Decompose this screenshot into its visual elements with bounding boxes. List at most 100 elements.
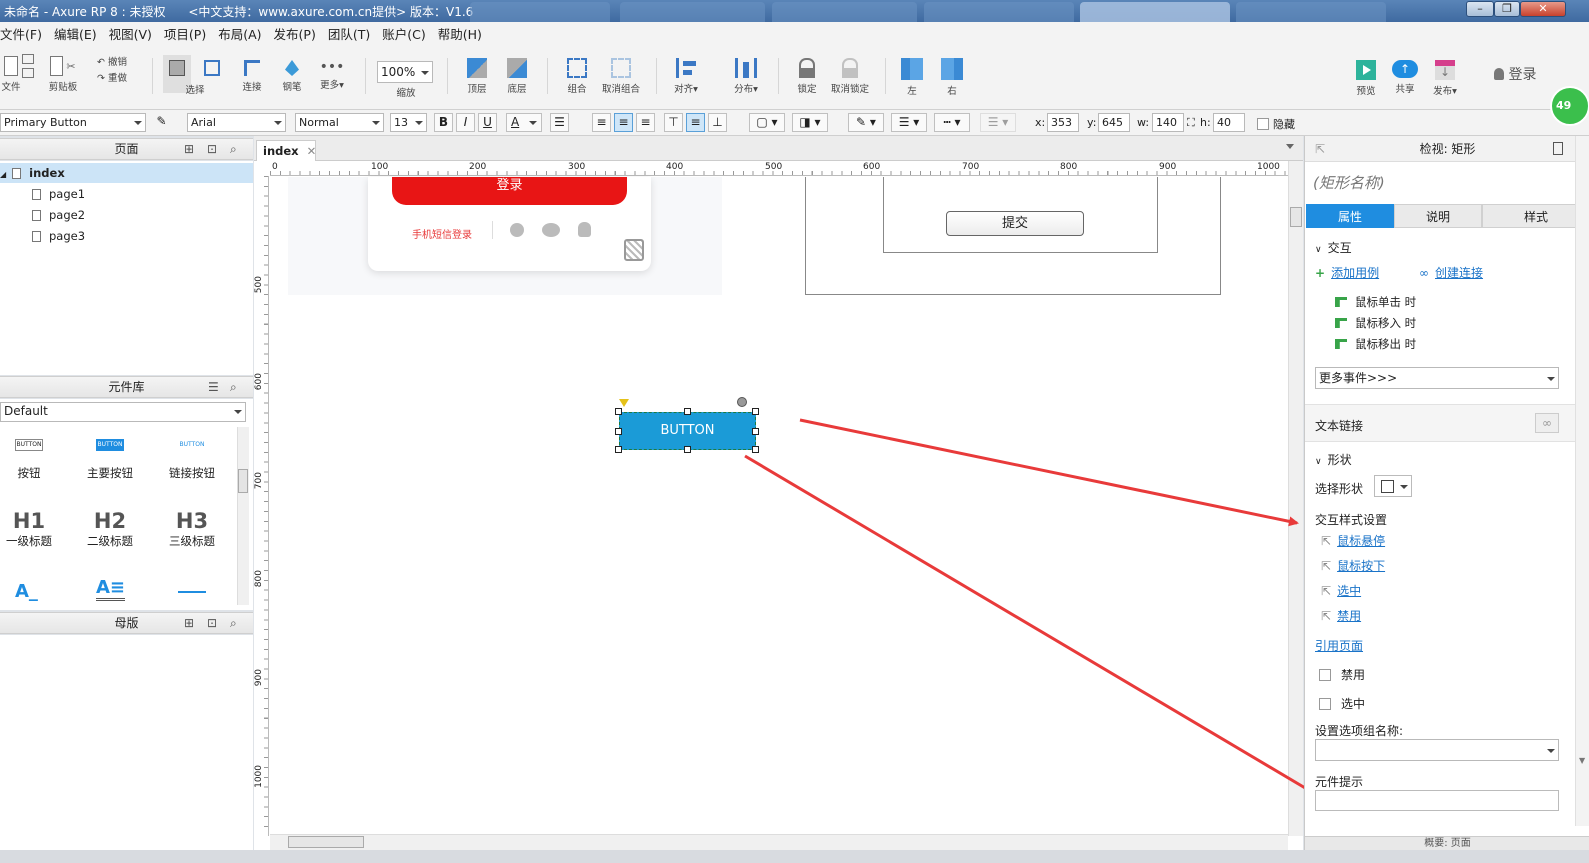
bring-front-button[interactable]: 顶层 [462,58,492,95]
interaction-section[interactable]: ∨ 交互 [1315,239,1352,256]
resize-handle[interactable] [752,428,759,435]
italic-button[interactable]: I [456,113,475,132]
taskbar-tab[interactable] [1236,2,1386,22]
menu-team[interactable]: 团队(T) [328,24,370,43]
widget-h3[interactable]: H3 三级标题 [157,509,227,549]
corner-radius-handle[interactable] [619,399,629,407]
submit-button[interactable]: 提交 [946,211,1084,236]
tab-properties[interactable]: 属性 [1306,204,1394,228]
widget-primary-button[interactable]: BUTTON 主要按钮 [75,439,145,481]
tab-notes[interactable]: 说明 [1394,204,1482,228]
minimize-icon[interactable]: – [1466,1,1494,17]
group-name-select[interactable] [1315,739,1559,761]
wechat-icon[interactable] [542,223,560,237]
menu-help[interactable]: 帮助(H) [438,24,482,43]
tab-style[interactable]: 样式 [1482,204,1589,228]
widget-h1[interactable]: H1 一级标题 [0,509,64,549]
open-icon[interactable] [22,54,36,78]
text-label-icon[interactable]: A_ [15,581,38,602]
font-size-select[interactable]: 13 [390,113,427,132]
tree-item-page3[interactable]: page3 [32,229,85,243]
valign-bottom-icon[interactable]: ⊥ [708,113,727,132]
resize-handle[interactable] [684,408,691,415]
align-center-icon[interactable]: ≡ [614,113,633,132]
h-input[interactable]: 40 [1213,113,1245,132]
taskbar-tab[interactable] [1080,2,1230,22]
text-color-button[interactable]: A [506,113,542,132]
menu-icon[interactable]: ☰ [208,377,219,398]
shape-section[interactable]: ∨ 形状 [1315,451,1352,468]
unlock-button[interactable]: 取消锁定 [828,58,872,95]
redo-button[interactable]: ↷ 重做 [97,70,137,84]
taskbar-tab[interactable] [924,2,1074,22]
style-selected-link[interactable]: ⇱ 选中 [1321,582,1361,599]
ref-page-link[interactable]: 引用页面 [1315,637,1363,654]
publish-button[interactable]: ↓ 发布▾ [1428,60,1462,97]
login-button[interactable]: 登录 [1494,64,1536,84]
clipboard-button[interactable]: ✂ 剪贴板 [45,56,81,93]
taskbar-tab[interactable] [620,2,765,22]
valign-top-icon[interactable]: ⊤ [664,113,683,132]
hidden-checkbox[interactable]: 隐藏 [1257,116,1295,132]
progress-badge[interactable]: 49 [1550,86,1589,126]
add-folder-icon[interactable]: ⊡ [207,613,217,634]
style-hover-link[interactable]: ⇱ 鼠标悬停 [1321,532,1385,549]
align-right-icon[interactable]: ≡ [636,113,655,132]
pen-button[interactable]: 钢笔 [278,60,306,93]
horizontal-line-icon[interactable] [178,591,206,593]
shape-select[interactable] [1374,475,1412,497]
menu-account[interactable]: 账户(C) [382,24,425,43]
arrow-style-icon[interactable]: ☰ ▾ [980,113,1016,132]
menu-publish[interactable]: 发布(P) [274,24,316,43]
y-input[interactable]: 645 [1098,113,1130,132]
tooltip-input[interactable] [1315,790,1559,811]
resize-handle[interactable] [615,408,622,415]
menu-view[interactable]: 视图(V) [109,24,152,43]
library-scrollbar[interactable] [237,427,249,605]
style-edit-icon[interactable]: ✎ [152,113,171,132]
w-input[interactable]: 140 [1152,113,1184,132]
underline-button[interactable]: U [478,113,497,132]
line-width-icon[interactable]: ☰ ▾ [891,113,927,132]
more-button[interactable]: ••• 更多▾ [315,60,349,91]
tree-item-page1[interactable]: page1 [32,187,85,201]
library-select[interactable]: Default [0,402,246,422]
shadow-icon[interactable]: ◨ ▾ [792,113,828,132]
event-mouse-leave[interactable]: 鼠标移出 时 [1335,336,1416,352]
close-icon[interactable]: ✕ [307,144,317,158]
ungroup-button[interactable]: 取消组合 [598,58,644,95]
left-button[interactable]: 左 [900,58,924,97]
style-pressed-link[interactable]: ⇱ 鼠标按下 [1321,557,1385,574]
file-button[interactable]: 文件 [0,56,22,93]
x-input[interactable]: 353 [1047,113,1079,132]
event-click[interactable]: 鼠标单击 时 [1335,294,1416,310]
search-icon[interactable]: ⌕ [230,139,237,160]
tab-dropdown-icon[interactable] [1286,144,1294,149]
style-select[interactable]: Primary Button [0,113,146,132]
preview-button[interactable]: 预览 [1352,60,1380,97]
resize-handle[interactable] [684,446,691,453]
maximize-icon[interactable]: ❐ [1494,1,1520,17]
add-page-icon[interactable]: ⊞ [184,139,194,160]
undo-button[interactable]: ↶ 撤销 [97,54,137,68]
bullet-list-icon[interactable]: ☰ [550,113,569,132]
shape-name-input[interactable]: (矩形名称) [1313,172,1385,193]
widget-button[interactable]: BUTTON 按钮 [0,439,64,481]
disabled-checkbox[interactable]: 禁用 [1319,666,1365,683]
create-link-link[interactable]: ∞ 创建连接 [1419,264,1483,281]
align-left-icon[interactable]: ≡ [592,113,611,132]
lock-button[interactable]: 锁定 [792,58,822,95]
search-icon[interactable]: ⌕ [230,613,237,634]
resize-handle[interactable] [615,446,622,453]
right-button[interactable]: 右 [940,58,964,97]
more-events-select[interactable]: 更多事件>>> [1315,367,1559,389]
menu-file[interactable]: 文件(F) [0,24,42,43]
qq-icon[interactable] [578,222,591,237]
selected-button-widget[interactable]: BUTTON [619,412,756,450]
line-color-icon[interactable]: ✎ ▾ [848,113,884,132]
selected-checkbox[interactable]: 选中 [1319,695,1365,712]
sms-login-link[interactable]: 手机短信登录 [412,226,472,241]
widget-link-button[interactable]: BUTTON 链接按钮 [157,439,227,481]
menu-project[interactable]: 项目(P) [164,24,206,43]
connect-button[interactable]: 连接 [238,60,266,93]
